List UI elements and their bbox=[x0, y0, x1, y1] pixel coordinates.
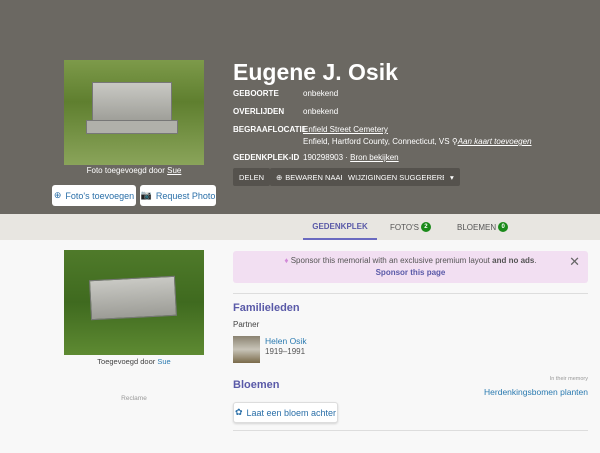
sponsor-link[interactable]: Sponsor this page bbox=[233, 268, 588, 277]
divider bbox=[233, 430, 588, 431]
more-dropdown-button[interactable]: ▾ bbox=[444, 168, 460, 186]
grave-photo[interactable] bbox=[64, 60, 204, 165]
grave-photo-2[interactable] bbox=[64, 250, 204, 355]
cemetery-link[interactable]: Enfield Street Cemetery bbox=[303, 125, 388, 134]
family-member-thumbnail[interactable] bbox=[233, 336, 260, 363]
close-icon[interactable]: ✕ bbox=[569, 254, 580, 270]
family-member-link[interactable]: Helen Osik bbox=[265, 336, 307, 346]
tab-memorial[interactable]: GEDENKPLEK bbox=[303, 214, 377, 240]
divider bbox=[233, 293, 588, 294]
plant-trees-link[interactable]: Herdenkingsbomen planten bbox=[484, 387, 588, 397]
family-member-dates: 1919–1991 bbox=[265, 347, 306, 356]
family-heading: Familieleden bbox=[233, 302, 300, 314]
tab-photos[interactable]: FOTO'S 2 bbox=[390, 214, 431, 240]
add-photos-button[interactable]: ⊕ Foto's toevoegen bbox=[52, 185, 136, 206]
memorial-name: Eugene J. Osik bbox=[233, 59, 398, 85]
camera-icon: 📷 bbox=[140, 190, 152, 200]
request-photo-button[interactable]: 📷 Request Photo bbox=[140, 185, 216, 206]
leave-flower-button[interactable]: ✿ Laat een bloem achter bbox=[233, 402, 338, 423]
photo-caption-2: Toegevoegd door Sue bbox=[97, 357, 171, 366]
tab-bar: GEDENKPLEK FOTO'S 2 BLOEMEN 0 bbox=[0, 214, 600, 240]
save-to-button[interactable]: ⊕ BEWAREN NAAR bbox=[270, 168, 352, 186]
memory-label: In their memory bbox=[549, 376, 588, 382]
photos-count-badge: 2 bbox=[420, 222, 431, 232]
flowers-count-badge: 0 bbox=[498, 222, 509, 232]
diamond-icon: ♦ bbox=[284, 256, 289, 265]
add-to-map-link[interactable]: Aan kaart toevoegen bbox=[458, 137, 532, 146]
plus-circle-icon: ⊕ bbox=[53, 190, 62, 200]
relation-label: Partner bbox=[233, 320, 260, 329]
view-source-link[interactable]: Bron bekijken bbox=[350, 153, 398, 162]
burial-location: Enfield, Hartford County, Connecticut, V… bbox=[303, 137, 450, 146]
flowers-heading: Bloemen bbox=[233, 379, 280, 391]
memorial-header: Foto toegevoegd door Sue ⊕ Foto's toevoeg… bbox=[0, 0, 600, 214]
share-button[interactable]: DELEN bbox=[233, 168, 271, 186]
sponsor-banner: ♦ Sponsor this memorial with an exclusiv… bbox=[233, 251, 588, 283]
flower-icon: ✿ bbox=[234, 407, 243, 417]
death-label: OVERLIJDEN bbox=[233, 107, 285, 116]
photo-caption: Foto toegevoegd door Sue bbox=[86, 166, 182, 175]
memorial-id-label: GEDENKPLEK-ID bbox=[233, 153, 300, 162]
death-value: onbekend bbox=[303, 107, 339, 116]
photo-user-link-2[interactable]: Sue bbox=[157, 357, 170, 366]
photo-user-link[interactable]: Sue bbox=[167, 166, 181, 175]
suggest-edits-button[interactable]: WIJZIGINGEN SUGGEREREN bbox=[342, 168, 459, 186]
birth-value: onbekend bbox=[303, 89, 339, 98]
burial-label: BEGRAAFLOCATIE bbox=[233, 125, 308, 134]
ad-label: Reclame bbox=[121, 395, 147, 402]
tab-flowers[interactable]: BLOEMEN 0 bbox=[457, 214, 509, 240]
birth-label: GEBOORTE bbox=[233, 89, 279, 98]
plus-circle-icon: ⊕ bbox=[276, 172, 283, 182]
memorial-id: 190298903 bbox=[303, 153, 344, 162]
